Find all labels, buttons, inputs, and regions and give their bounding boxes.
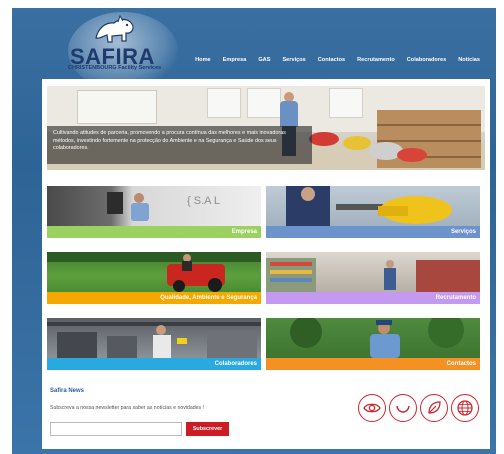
nav-recrutamento[interactable]: Recrutamento <box>357 57 395 63</box>
hero-window <box>329 88 363 118</box>
hero-shelf <box>377 110 481 168</box>
tile-label: Recrutamento <box>266 292 480 304</box>
newsletter-description: Subscreva a nossa newsletter para saber … <box>50 405 204 411</box>
newsletter-email-input[interactable] <box>50 422 182 436</box>
hero-cushion <box>397 148 427 162</box>
hero-caption: Cultivando atitudes de parceria, promove… <box>47 126 312 164</box>
smile-icon[interactable] <box>389 394 417 422</box>
office-photo-icon: { S.A L <box>107 192 220 221</box>
tile-label: Qualidade, Ambiente e Segurança <box>47 292 261 304</box>
lawnmower-icon <box>47 252 261 292</box>
cleaning-machine-icon <box>286 186 452 226</box>
tile-image <box>266 186 480 226</box>
hero-window <box>207 88 241 118</box>
tile-image <box>266 252 480 292</box>
hero-window <box>247 88 281 118</box>
tile-colaboradores[interactable]: Colaboradores <box>47 318 261 370</box>
hero-whiteboard <box>77 90 157 124</box>
hero-toy <box>343 136 371 150</box>
gardener-icon <box>290 318 464 358</box>
subscribe-button[interactable]: Subscrever <box>186 422 229 436</box>
tile-label: Empresa <box>47 226 261 238</box>
eye-icon[interactable] <box>358 394 386 422</box>
tile-label: Contactos <box>266 358 480 370</box>
tile-servicos[interactable]: Serviços <box>266 186 480 238</box>
logo-tagline: CHRISTENBOURG Facility Services <box>68 65 162 71</box>
site-logo[interactable]: SAFIRA CHRISTENBOURG Facility Services <box>66 12 178 90</box>
leaf-icon[interactable] <box>420 394 448 422</box>
tile-label: Serviços <box>266 226 480 238</box>
hero-toy <box>309 132 339 146</box>
supermarket-icon <box>266 258 480 292</box>
nav-contactos[interactable]: Contactos <box>318 57 345 63</box>
nav-servicos[interactable]: Serviços <box>282 57 305 63</box>
tile-empresa[interactable]: { S.A L Empresa <box>47 186 261 238</box>
logo-animal-icon <box>95 14 134 43</box>
tile-image <box>266 318 480 358</box>
workshop-icon <box>47 322 261 358</box>
tile-label: Colaboradores <box>47 358 261 370</box>
nav-gas[interactable]: GAS <box>258 57 270 63</box>
nav-empresa[interactable]: Empresa <box>223 57 247 63</box>
main-nav: Home Empresa GAS Serviços Contactos Recr… <box>183 57 480 63</box>
tile-recrutamento[interactable]: Recrutamento <box>266 252 480 304</box>
tile-contactos[interactable]: Contactos <box>266 318 480 370</box>
globe-icon[interactable] <box>451 394 479 422</box>
svg-text:{ S.A L: { S.A L <box>187 195 220 207</box>
tile-qualidade[interactable]: Qualidade, Ambiente e Segurança <box>47 252 261 304</box>
tile-image: { S.A L <box>47 186 261 226</box>
nav-home[interactable]: Home <box>195 57 211 63</box>
tile-image <box>47 318 261 358</box>
content-panel: Cultivando atitudes de parceria, promove… <box>42 79 490 449</box>
footer-icons <box>358 394 479 422</box>
tile-image <box>47 252 261 292</box>
newsletter-title: Safira News <box>50 388 85 394</box>
nav-noticias[interactable]: Notícias <box>458 57 480 63</box>
nav-colaboradores[interactable]: Colaboradores <box>407 57 446 63</box>
hero-banner: Cultivando atitudes de parceria, promove… <box>47 86 485 170</box>
